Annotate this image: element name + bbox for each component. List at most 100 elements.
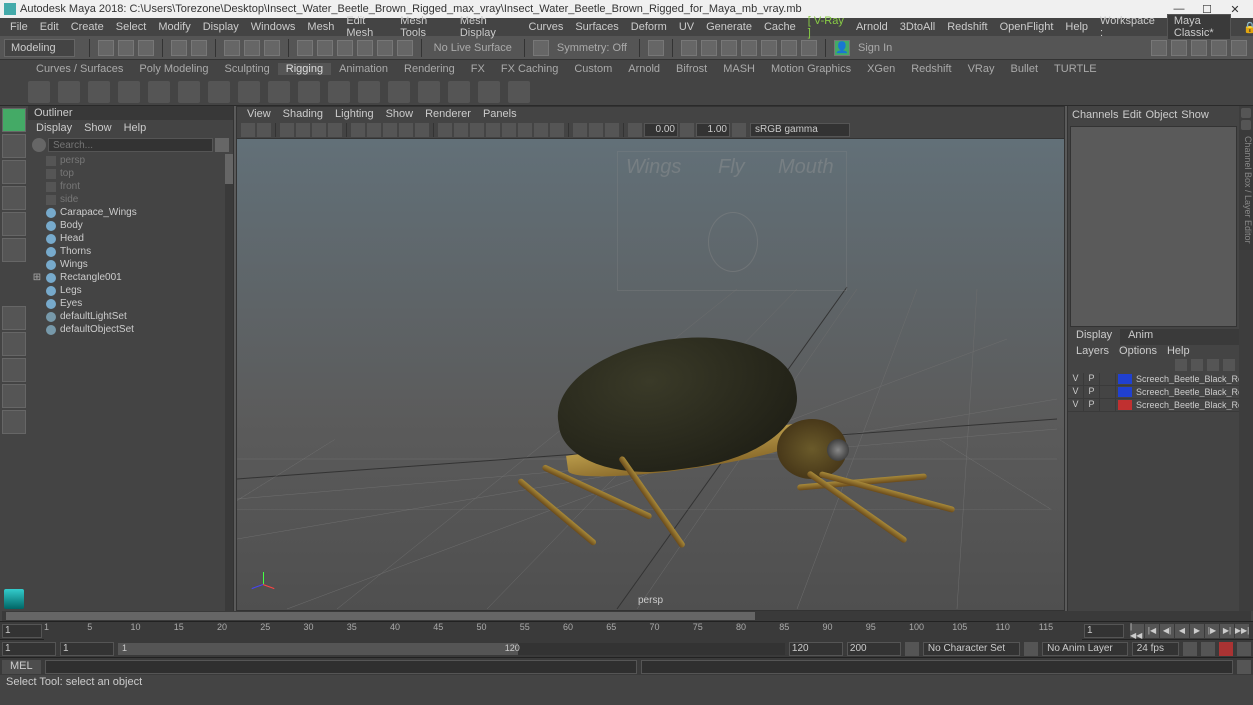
humanik-icon[interactable] (1171, 40, 1187, 56)
outliner-item[interactable]: front (28, 180, 233, 193)
shelf-btn-3[interactable] (88, 81, 110, 103)
shelf-tab-fx[interactable]: FX (463, 63, 493, 75)
shelf-btn-15[interactable] (448, 81, 470, 103)
shelf-btn-7[interactable] (208, 81, 230, 103)
vp-menu-panels[interactable]: Panels (477, 108, 523, 120)
save-scene-icon[interactable] (138, 40, 154, 56)
shelf-tab-sculpt[interactable]: Sculpting (217, 63, 278, 75)
tool-settings-icon[interactable] (1211, 40, 1227, 56)
range-start-inner[interactable] (60, 642, 114, 656)
script-editor-icon[interactable] (1237, 660, 1251, 674)
move-tool[interactable] (2, 160, 26, 184)
menu-surfaces[interactable]: Surfaces (569, 21, 624, 33)
outliner-item[interactable]: persp (28, 154, 233, 167)
outliner-item[interactable]: top (28, 167, 233, 180)
vp-xrayjoints-icon[interactable] (605, 123, 619, 137)
shelf-btn-6[interactable] (178, 81, 200, 103)
tab-display[interactable]: Display (1068, 329, 1120, 345)
shelf-tab-arnold[interactable]: Arnold (620, 63, 668, 75)
cb-menu-channels[interactable]: Channels (1072, 109, 1118, 121)
play-fwd-icon[interactable]: ▶ (1190, 624, 1204, 638)
menu-create[interactable]: Create (65, 21, 110, 33)
snap-point-icon[interactable] (337, 40, 353, 56)
select-mode-icon[interactable] (224, 40, 240, 56)
outliner-menu-show[interactable]: Show (80, 122, 116, 134)
render-settings-icon[interactable] (721, 40, 737, 56)
outliner-item[interactable]: Eyes (28, 297, 233, 310)
range-bar[interactable]: 1 120 (118, 643, 785, 655)
range-end-inner[interactable] (789, 642, 843, 656)
charset-dropdown[interactable]: No Character Set (923, 642, 1020, 656)
layer-new-empty-icon[interactable] (1207, 359, 1219, 371)
outliner-item[interactable]: Thorns (28, 245, 233, 258)
shelf-tab-turtle[interactable]: TURTLE (1046, 63, 1105, 75)
shelf-tab-render[interactable]: Rendering (396, 63, 463, 75)
menu-modify[interactable]: Modify (152, 21, 196, 33)
layout-two-v[interactable] (2, 384, 26, 408)
layout-four[interactable] (2, 332, 26, 356)
outliner-menu-help[interactable]: Help (120, 122, 151, 134)
layer-row[interactable]: VPScreech_Beetle_Black_Realistic (1068, 373, 1239, 386)
shelf-btn-14[interactable] (418, 81, 440, 103)
menu-file[interactable]: File (4, 21, 34, 33)
viewport-canvas[interactable]: Wings Fly Mouth persp (237, 139, 1064, 610)
shelf-btn-12[interactable] (358, 81, 380, 103)
vp-wireframe-icon[interactable] (438, 123, 452, 137)
vp-safeaction-icon[interactable] (415, 123, 429, 137)
layer-new-selected-icon[interactable] (1223, 359, 1235, 371)
cb-menu-show[interactable]: Show (1181, 109, 1209, 121)
vp-grid-icon[interactable] (351, 123, 365, 137)
outliner-scrollbar[interactable] (225, 154, 233, 611)
snap-live-icon[interactable] (377, 40, 393, 56)
vp-xray-icon[interactable] (589, 123, 603, 137)
snap-grid-icon[interactable] (297, 40, 313, 56)
menu-cache[interactable]: Cache (758, 21, 802, 33)
outliner-item[interactable]: defaultLightSet (28, 310, 233, 323)
charset-icon[interactable] (905, 642, 919, 656)
shelf-tab-fxcache[interactable]: FX Caching (493, 63, 566, 75)
step-fwd-icon[interactable]: |▶ (1205, 624, 1219, 638)
open-scene-icon[interactable] (118, 40, 134, 56)
filter-icon[interactable] (215, 138, 229, 152)
outliner-item[interactable]: side (28, 193, 233, 206)
shelf-btn-11[interactable] (328, 81, 350, 103)
set-key-icon[interactable] (1219, 642, 1233, 656)
vp-lights-icon[interactable] (486, 123, 500, 137)
vp-aa-icon[interactable] (550, 123, 564, 137)
shelf-btn-1[interactable] (28, 81, 50, 103)
scale-tool[interactable] (2, 212, 26, 236)
last-tool[interactable] (2, 238, 26, 262)
vp-colorspace-dropdown[interactable]: sRGB gamma (750, 123, 850, 137)
vp-menu-view[interactable]: View (241, 108, 277, 120)
menu-generate[interactable]: Generate (700, 21, 758, 33)
layer-menu-help[interactable]: Help (1163, 345, 1194, 359)
time-current-right[interactable] (1084, 624, 1124, 638)
menu-curves[interactable]: Curves (523, 21, 570, 33)
new-scene-icon[interactable] (98, 40, 114, 56)
vp-exposure-icon[interactable] (628, 123, 642, 137)
vp-isolate-icon[interactable] (573, 123, 587, 137)
play-back-icon[interactable]: ◀ (1175, 624, 1189, 638)
workspace-dropdown[interactable]: Maya Classic* (1167, 14, 1231, 40)
vp-ao-icon[interactable] (518, 123, 532, 137)
shelf-tab-poly[interactable]: Poly Modeling (131, 63, 216, 75)
vp-2d-zoom-icon[interactable] (312, 123, 326, 137)
loop-icon[interactable] (1183, 642, 1197, 656)
modeling-toolkit-icon[interactable] (1151, 40, 1167, 56)
vp-gatemask-icon[interactable] (399, 123, 413, 137)
fps-dropdown[interactable]: 24 fps (1132, 642, 1179, 656)
vp-exposure-input[interactable] (644, 123, 678, 137)
outliner-item[interactable]: Head (28, 232, 233, 245)
vp-motionblur-icon[interactable] (534, 123, 548, 137)
vp-shadows-icon[interactable] (502, 123, 516, 137)
menu-editmesh[interactable]: Edit Mesh (340, 15, 394, 39)
shelf-tab-bifrost[interactable]: Bifrost (668, 63, 715, 75)
playblast-icon[interactable] (781, 40, 797, 56)
go-start-icon[interactable]: |◀◀ (1130, 624, 1144, 638)
menu-help[interactable]: Help (1059, 21, 1094, 33)
side-btn-2[interactable] (1241, 120, 1251, 130)
vp-gamma-input[interactable] (696, 123, 730, 137)
menu-deform[interactable]: Deform (625, 21, 673, 33)
hypershade-icon[interactable] (741, 40, 757, 56)
vp-image-plane-icon[interactable] (296, 123, 310, 137)
